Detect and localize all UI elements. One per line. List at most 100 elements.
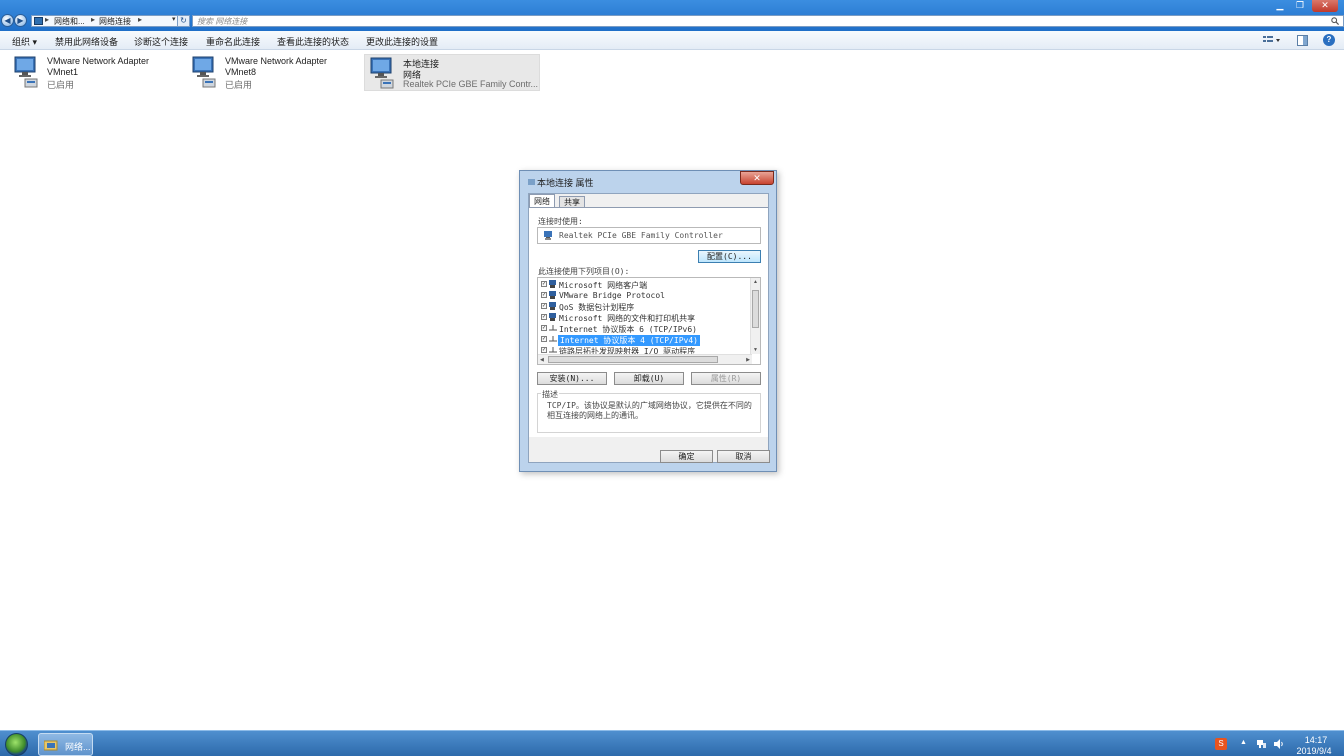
tab-network[interactable]: 网络 bbox=[529, 194, 555, 208]
scroll-up-icon[interactable]: ▲ bbox=[753, 279, 758, 285]
scroll-left-icon[interactable]: ◀ bbox=[540, 357, 544, 363]
network-client-icon bbox=[549, 291, 556, 299]
network-client-icon bbox=[549, 280, 556, 288]
preview-pane-icon[interactable] bbox=[1297, 35, 1308, 46]
description-text: TCP/IP。该协议是默认的广域网络协议，它提供在不同的相互连接的网络上的通讯。 bbox=[547, 401, 752, 420]
network-folder-icon bbox=[44, 740, 58, 751]
list-item[interactable]: ✓ Microsoft 网络的文件和打印机共享 bbox=[538, 312, 750, 323]
tab-sharing[interactable]: 共享 bbox=[559, 196, 585, 207]
cancel-button[interactable]: 取消 bbox=[717, 450, 770, 463]
adapter-name-text: Realtek PCIe GBE Family Controller bbox=[559, 231, 723, 240]
breadcrumb-network-connections[interactable]: 网络连接 bbox=[99, 16, 131, 27]
clock-time[interactable]: 14:17 bbox=[1300, 735, 1332, 745]
item-checkbox[interactable]: ✓ bbox=[541, 336, 547, 342]
item-checkbox[interactable]: ✓ bbox=[541, 314, 547, 320]
description-group: 描述 TCP/IP。该协议是默认的广域网络协议，它提供在不同的相互连接的网络上的… bbox=[537, 389, 761, 433]
list-horizontal-scrollbar[interactable]: ◀ ▶ bbox=[538, 354, 752, 364]
view-status-button[interactable]: 查看此连接的状态 bbox=[277, 35, 349, 48]
adapter-network: VMnet1 bbox=[47, 67, 79, 77]
adapter-name: VMware Network Adapter bbox=[47, 56, 150, 66]
network-card-icon bbox=[544, 231, 552, 240]
back-button[interactable]: ◀ bbox=[1, 14, 14, 27]
restore-button[interactable]: ❐ bbox=[1290, 0, 1310, 12]
adapter-device: Realtek PCIe GBE Family Contr... bbox=[403, 79, 539, 89]
adapter-status: 已启用 bbox=[47, 80, 75, 90]
list-item[interactable]: ✓ Internet 协议版本 6 (TCP/IPv6) bbox=[538, 323, 750, 334]
search-input[interactable]: 搜索 网络连接 bbox=[192, 15, 1344, 27]
volume-icon[interactable] bbox=[1273, 739, 1284, 749]
search-placeholder: 搜索 网络连接 bbox=[197, 17, 248, 26]
item-checkbox[interactable]: ✓ bbox=[541, 347, 547, 353]
forward-button[interactable]: ▶ bbox=[14, 14, 27, 27]
network-service-icon bbox=[549, 313, 556, 321]
list-item-selected[interactable]: ✓ Internet 协议版本 4 (TCP/IPv4) bbox=[538, 334, 750, 346]
breadcrumb-separator-icon[interactable]: ▸ bbox=[45, 15, 49, 24]
window-titlebar: ◀ ▶ ▸ 网络和... ▸ 网络连接 ▸ ▾ ↻ 搜索 网络连接 ▁ ❐ ✕ bbox=[0, 0, 1344, 31]
list-item[interactable]: ✓ Microsoft 网络客户端 bbox=[538, 279, 750, 290]
close-window-button[interactable]: ✕ bbox=[1312, 0, 1338, 12]
scroll-thumb[interactable] bbox=[548, 356, 718, 363]
items-label: 此连接使用下列项目(O): bbox=[538, 267, 630, 276]
clock-date[interactable]: 2019/9/4 bbox=[1292, 746, 1336, 756]
list-item[interactable]: ✓ VMware Bridge Protocol bbox=[538, 290, 750, 301]
breadcrumb-separator-icon[interactable]: ▸ bbox=[91, 15, 95, 24]
scroll-thumb[interactable] bbox=[752, 290, 759, 328]
network-adapter-icon bbox=[14, 56, 38, 88]
disable-device-button[interactable]: 禁用此网络设备 bbox=[55, 35, 118, 48]
command-bar: 组织 ▾ 禁用此网络设备 诊断这个连接 重命名此连接 查看此连接的状态 更改此连… bbox=[0, 31, 1344, 50]
adapter-local-connection[interactable]: 本地连接 网络 Realtek PCIe GBE Family Contr... bbox=[364, 54, 540, 91]
install-button[interactable]: 安装(N)... bbox=[537, 372, 607, 385]
breadcrumb-separator-icon[interactable]: ▸ bbox=[138, 15, 142, 24]
item-checkbox[interactable]: ✓ bbox=[541, 303, 547, 309]
adapter-network: VMnet8 bbox=[225, 67, 257, 77]
change-settings-button[interactable]: 更改此连接的设置 bbox=[366, 35, 438, 48]
help-icon[interactable]: ? bbox=[1323, 34, 1335, 46]
adapter-field: Realtek PCIe GBE Family Controller bbox=[537, 227, 761, 244]
connect-using-label: 连接时使用: bbox=[538, 217, 583, 226]
address-dropdown-icon[interactable]: ▾ bbox=[172, 15, 176, 23]
properties-button[interactable]: 属性(R) bbox=[691, 372, 761, 385]
uninstall-button[interactable]: 卸载(U) bbox=[614, 372, 684, 385]
dialog-close-button[interactable]: ✕ bbox=[740, 171, 774, 185]
start-button[interactable] bbox=[5, 733, 28, 756]
adapter-status: 已启用 bbox=[225, 80, 253, 90]
show-hidden-icons-icon[interactable]: ▲ bbox=[1240, 739, 1247, 746]
network-tray-icon[interactable] bbox=[1256, 739, 1267, 749]
list-vertical-scrollbar[interactable]: ▲ ▼ bbox=[750, 278, 760, 354]
refresh-button[interactable]: ↻ bbox=[177, 15, 190, 27]
organize-menu[interactable]: 组织 ▾ bbox=[12, 35, 37, 48]
minimize-button[interactable]: ▁ bbox=[1270, 0, 1290, 12]
dialog-body: 网络 共享 连接时使用: Realtek PCIe GBE Family Con… bbox=[528, 193, 770, 463]
scroll-right-icon[interactable]: ▶ bbox=[746, 357, 750, 363]
configure-button[interactable]: 配置(C)... bbox=[698, 250, 761, 263]
list-item[interactable]: ✓ QoS 数据包计划程序 bbox=[538, 301, 750, 312]
taskbar: 网络... S ▲ 14:17 2019/9/4 bbox=[0, 730, 1344, 756]
taskbar-explorer-label: 网络... bbox=[65, 742, 91, 752]
item-label: VMware Bridge Protocol bbox=[559, 291, 665, 300]
adapter-vmnet8[interactable]: VMware Network Adapter VMnet8 已启用 bbox=[187, 54, 347, 91]
description-legend: 描述 bbox=[541, 389, 559, 400]
network-service-icon bbox=[549, 302, 556, 310]
nav-buttons: ◀ ▶ bbox=[1, 14, 31, 28]
adapter-vmnet1[interactable]: VMware Network Adapter VMnet1 已启用 bbox=[9, 54, 169, 91]
rename-connection-button[interactable]: 重命名此连接 bbox=[206, 35, 260, 48]
ime-icon[interactable]: S bbox=[1215, 738, 1227, 750]
adapter-name: VMware Network Adapter bbox=[225, 56, 328, 66]
network-adapter-icon bbox=[370, 57, 394, 89]
taskbar-explorer-button[interactable]: 网络... bbox=[38, 733, 93, 756]
scroll-down-icon[interactable]: ▼ bbox=[753, 347, 758, 353]
address-bar[interactable]: ▸ 网络和... ▸ 网络连接 ▸ ▾ bbox=[31, 15, 189, 27]
item-checkbox[interactable]: ✓ bbox=[541, 292, 547, 298]
connection-items-list[interactable]: ✓ Microsoft 网络客户端 ✓ VMware Bridge Protoc… bbox=[537, 277, 761, 365]
dialog-network-icon bbox=[528, 179, 535, 185]
item-checkbox[interactable]: ✓ bbox=[541, 325, 547, 331]
breadcrumb-network-center[interactable]: 网络和... bbox=[54, 16, 85, 27]
protocol-icon bbox=[549, 336, 557, 342]
diagnose-connection-button[interactable]: 诊断这个连接 bbox=[134, 35, 188, 48]
dialog-title: 本地连接 属性 bbox=[537, 178, 594, 188]
search-icon[interactable] bbox=[1331, 17, 1339, 25]
item-checkbox[interactable]: ✓ bbox=[541, 281, 547, 287]
ok-button[interactable]: 确定 bbox=[660, 450, 713, 463]
view-options-icon[interactable] bbox=[1263, 35, 1281, 46]
network-adapter-icon bbox=[192, 56, 216, 88]
